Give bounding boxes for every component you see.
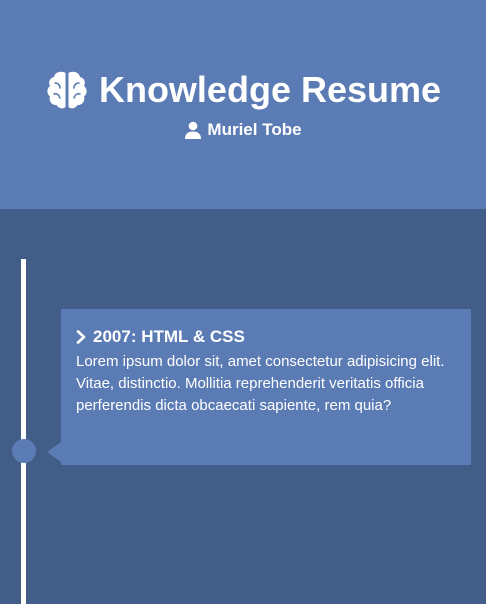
page-title: Knowledge Resume	[0, 68, 486, 112]
user-icon	[185, 121, 202, 139]
timeline-entry-pointer	[47, 442, 61, 462]
author: Muriel Tobe	[0, 120, 486, 140]
brain-icon	[47, 71, 87, 109]
timeline-entry-body: Lorem ipsum dolor sit, amet consectetur …	[76, 353, 445, 414]
timeline-entry-heading: 2007: HTML & CSS	[76, 326, 457, 348]
timeline-entry: 2007: HTML & CSS Lorem ipsum dolor sit, …	[47, 309, 471, 465]
timeline-dot	[12, 439, 36, 463]
timeline-entry-title: 2007: HTML & CSS	[93, 327, 245, 346]
page-header: Knowledge Resume Muriel Tobe	[0, 0, 486, 209]
timeline-section: 2007: HTML & CSS Lorem ipsum dolor sit, …	[0, 209, 486, 604]
author-name: Muriel Tobe	[207, 120, 302, 139]
timeline-line	[21, 259, 26, 604]
title-text: Knowledge Resume	[98, 69, 442, 110]
chevron-right-icon	[76, 330, 86, 344]
